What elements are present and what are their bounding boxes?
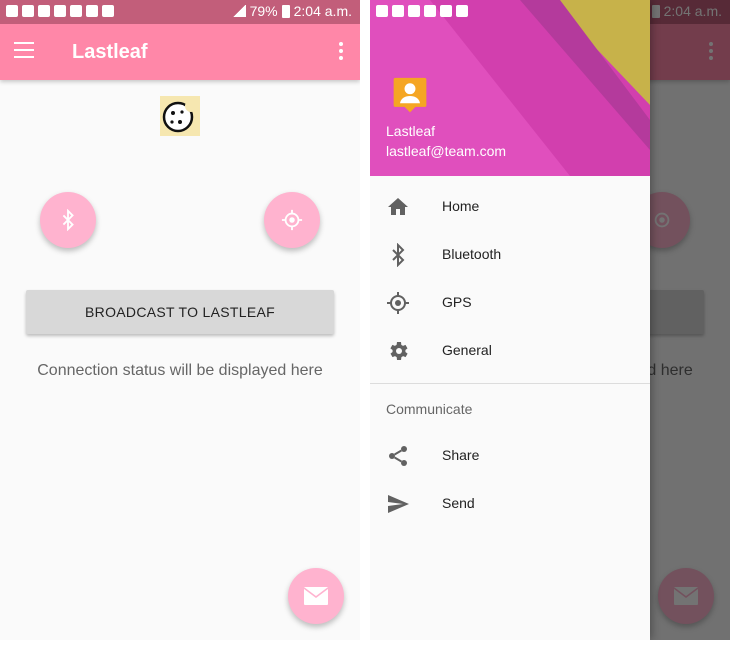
bluetooth-icon bbox=[62, 209, 74, 231]
email-fab[interactable] bbox=[288, 568, 344, 624]
divider bbox=[370, 383, 650, 384]
broadcast-button[interactable]: BROADCAST TO LASTLEAF bbox=[26, 290, 334, 334]
signal-icon bbox=[231, 5, 246, 17]
menu-item-label: GPS bbox=[442, 294, 472, 310]
main-screen: 79% 2:04 a.m. Lastleaf BROADCAST TO LAST… bbox=[0, 0, 360, 640]
more-options-icon[interactable] bbox=[338, 42, 344, 62]
menu-item-label: Home bbox=[442, 198, 480, 214]
menu-item-send[interactable]: Send bbox=[370, 480, 650, 528]
avatar-icon bbox=[393, 77, 427, 113]
drawer-header: Lastleaf lastleaf@team.com bbox=[370, 0, 650, 176]
menu-icon[interactable] bbox=[14, 42, 34, 58]
bluetooth-button[interactable] bbox=[40, 192, 96, 248]
status-bar bbox=[370, 0, 650, 24]
share-icon bbox=[389, 446, 407, 466]
gps-icon bbox=[281, 209, 303, 231]
send-icon bbox=[388, 495, 409, 513]
connection-status-text: Connection status will be displayed here bbox=[37, 362, 323, 379]
battery-percentage: 79% bbox=[249, 3, 278, 19]
battery-icon bbox=[281, 4, 290, 18]
drawer-open-screen: 79% 2:04 a.m. Connection status will be … bbox=[370, 0, 730, 640]
menu-item-label: Send bbox=[442, 495, 475, 511]
cookie-logo-icon bbox=[160, 96, 200, 136]
clock: 2:04 a.m. bbox=[293, 3, 352, 19]
bluetooth-icon bbox=[392, 243, 405, 267]
notification-icons bbox=[376, 5, 468, 17]
email-icon bbox=[303, 587, 329, 605]
menu-item-gps[interactable]: GPS bbox=[370, 279, 650, 327]
drawer-user-name: Lastleaf bbox=[386, 123, 436, 139]
section-title-communicate: Communicate bbox=[386, 401, 473, 417]
gps-button[interactable] bbox=[264, 192, 320, 248]
menu-item-label: Bluetooth bbox=[442, 246, 502, 262]
notification-icons bbox=[6, 5, 114, 17]
menu-item-share[interactable]: Share bbox=[370, 432, 650, 480]
menu-item-bluetooth[interactable]: Bluetooth bbox=[370, 231, 650, 279]
menu-item-home[interactable]: Home bbox=[370, 183, 650, 231]
gps-icon bbox=[387, 292, 409, 314]
gear-icon bbox=[390, 342, 408, 360]
navigation-drawer: Lastleaf lastleaf@team.com Home Bluetoot… bbox=[370, 0, 650, 640]
app-toolbar: Lastleaf bbox=[0, 24, 360, 80]
home-icon bbox=[388, 198, 408, 215]
app-title: Lastleaf bbox=[72, 41, 148, 63]
menu-item-general[interactable]: General bbox=[370, 327, 650, 375]
drawer-user-email: lastleaf@team.com bbox=[386, 143, 507, 159]
menu-item-label: General bbox=[442, 342, 492, 358]
menu-item-label: Share bbox=[442, 447, 480, 463]
status-bar: 79% 2:04 a.m. bbox=[0, 0, 360, 24]
